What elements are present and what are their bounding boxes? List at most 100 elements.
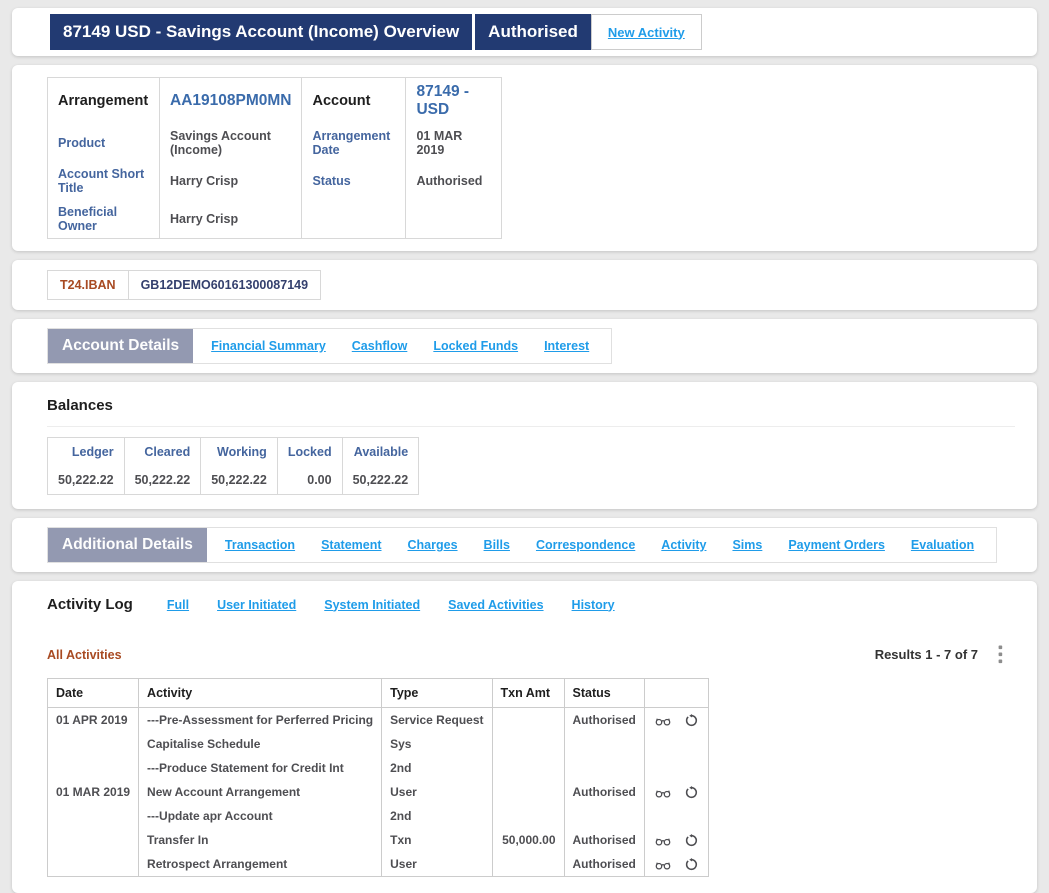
reverse-button[interactable]: [685, 834, 698, 847]
activity-name: ---Produce Statement for Credit Int: [139, 756, 382, 780]
results-menu-button[interactable]: [994, 643, 1007, 666]
balances-heading: Balances: [47, 397, 1037, 414]
activity-table-header-row: Date Activity Type Txn Amt Status: [48, 679, 709, 708]
tab-account-details: Account Details: [48, 329, 193, 363]
view-button[interactable]: [655, 715, 671, 726]
table-row: 01 MAR 2019 New Account Arrangement User…: [48, 780, 709, 804]
link-payment-orders[interactable]: Payment Orders: [788, 538, 885, 552]
activity-txn-amt: [492, 756, 564, 780]
reverse-button[interactable]: [685, 714, 698, 727]
activity-txn-amt: 50,000.00: [492, 828, 564, 852]
activity-actions: [644, 708, 708, 733]
link-transaction[interactable]: Transaction: [225, 538, 295, 552]
results-count: Results 1 - 7 of 7: [875, 647, 978, 662]
link-history[interactable]: History: [572, 598, 615, 612]
link-system-initiated[interactable]: System Initiated: [324, 598, 420, 612]
activity-date: 01 APR 2019: [48, 708, 139, 733]
account-details-links: Financial Summary Cashflow Locked Funds …: [193, 339, 611, 353]
activity-txn-amt: [492, 732, 564, 756]
table-row: 01 APR 2019 ---Pre-Assessment for Perfer…: [48, 708, 709, 733]
page: 87149 USD - Savings Account (Income) Ove…: [0, 0, 1049, 817]
activity-type: Txn: [382, 828, 492, 852]
account-details-card: Account Details Financial Summary Cashfl…: [12, 319, 1037, 373]
link-locked-funds[interactable]: Locked Funds: [433, 339, 518, 353]
reverse-button[interactable]: [685, 858, 698, 871]
activity-name: New Account Arrangement: [139, 780, 382, 804]
additional-details-card: Additional Details Transaction Statement…: [12, 518, 1037, 572]
balances-col-working: Working: [201, 438, 278, 467]
locked-balance: 0.00: [277, 466, 342, 495]
link-financial-summary[interactable]: Financial Summary: [211, 339, 326, 353]
col-status: Status: [564, 679, 644, 708]
col-date: Date: [48, 679, 139, 708]
link-interest[interactable]: Interest: [544, 339, 589, 353]
balances-col-cleared: Cleared: [124, 438, 201, 467]
link-bills[interactable]: Bills: [484, 538, 510, 552]
divider: [47, 426, 1015, 427]
col-type: Type: [382, 679, 492, 708]
reverse-button[interactable]: [685, 786, 698, 799]
balances-col-ledger: Ledger: [48, 438, 125, 467]
balances-col-locked: Locked: [277, 438, 342, 467]
link-statement[interactable]: Statement: [321, 538, 381, 552]
new-activity-button[interactable]: New Activity: [608, 25, 685, 40]
kebab-menu-icon: [998, 645, 1003, 664]
link-sims[interactable]: Sims: [732, 538, 762, 552]
col-txn-amt: Txn Amt: [492, 679, 564, 708]
ledger-balance: 50,222.22: [48, 466, 125, 495]
activity-log-subheader: All Activities Results 1 - 7 of 7: [47, 643, 1007, 666]
status-label: Status: [302, 162, 406, 200]
activity-log-card: Activity Log Full User Initiated System …: [12, 581, 1037, 893]
activity-actions: [644, 780, 708, 804]
link-cashflow[interactable]: Cashflow: [352, 339, 408, 353]
activity-status: [564, 804, 644, 828]
account-details-tabbar: Account Details Financial Summary Cashfl…: [47, 328, 612, 364]
tab-additional-details: Additional Details: [48, 528, 207, 562]
status-value: Authorised: [406, 162, 502, 200]
balances-card: Balances Ledger Cleared Working Locked A…: [12, 382, 1037, 509]
view-button[interactable]: [655, 859, 671, 870]
account-short-title-value: Harry Crisp: [160, 162, 302, 200]
activity-actions: [644, 804, 708, 828]
balances-value-row: 50,222.22 50,222.22 50,222.22 0.00 50,22…: [48, 466, 419, 495]
reverse-arrow-icon: [685, 858, 698, 871]
table-row: ---Produce Statement for Credit Int 2nd: [48, 756, 709, 780]
view-button[interactable]: [655, 787, 671, 798]
activity-txn-amt: [492, 708, 564, 733]
link-correspondence[interactable]: Correspondence: [536, 538, 635, 552]
binoculars-icon: [655, 715, 671, 726]
activity-status: Authorised: [564, 780, 644, 804]
arrangement-header-row: Arrangement AA19108PM0MN Account 87149 -…: [48, 78, 502, 125]
activity-type: 2nd: [382, 804, 492, 828]
link-saved-activities[interactable]: Saved Activities: [448, 598, 543, 612]
header-card: 87149 USD - Savings Account (Income) Ove…: [12, 8, 1037, 56]
link-full[interactable]: Full: [167, 598, 189, 612]
activity-name: Transfer In: [139, 828, 382, 852]
activity-date: 01 MAR 2019: [48, 780, 139, 804]
account-short-title-label: Account Short Title: [48, 162, 160, 200]
activity-name: Retrospect Arrangement: [139, 852, 382, 877]
activity-date: [48, 756, 139, 780]
additional-details-links: Transaction Statement Charges Bills Corr…: [207, 538, 996, 552]
link-evaluation[interactable]: Evaluation: [911, 538, 974, 552]
activity-name: ---Update apr Account: [139, 804, 382, 828]
binoculars-icon: [655, 835, 671, 846]
activity-actions: [644, 732, 708, 756]
activity-log-header: Activity Log Full User Initiated System …: [47, 596, 1037, 613]
table-row: ---Update apr Account 2nd: [48, 804, 709, 828]
activity-actions: [644, 852, 708, 877]
link-charges[interactable]: Charges: [408, 538, 458, 552]
activity-actions: [644, 828, 708, 852]
status-badge: Authorised: [475, 14, 591, 50]
activity-name: ---Pre-Assessment for Perferred Pricing: [139, 708, 382, 733]
activity-txn-amt: [492, 804, 564, 828]
arrangement-row: Account Short Title Harry Crisp Status A…: [48, 162, 502, 200]
results-wrap: Results 1 - 7 of 7: [875, 643, 1007, 666]
view-button[interactable]: [655, 835, 671, 846]
activity-status: Authorised: [564, 708, 644, 733]
activity-status: Authorised: [564, 852, 644, 877]
binoculars-icon: [655, 787, 671, 798]
link-user-initiated[interactable]: User Initiated: [217, 598, 296, 612]
link-activity[interactable]: Activity: [661, 538, 706, 552]
activity-status: Authorised: [564, 828, 644, 852]
